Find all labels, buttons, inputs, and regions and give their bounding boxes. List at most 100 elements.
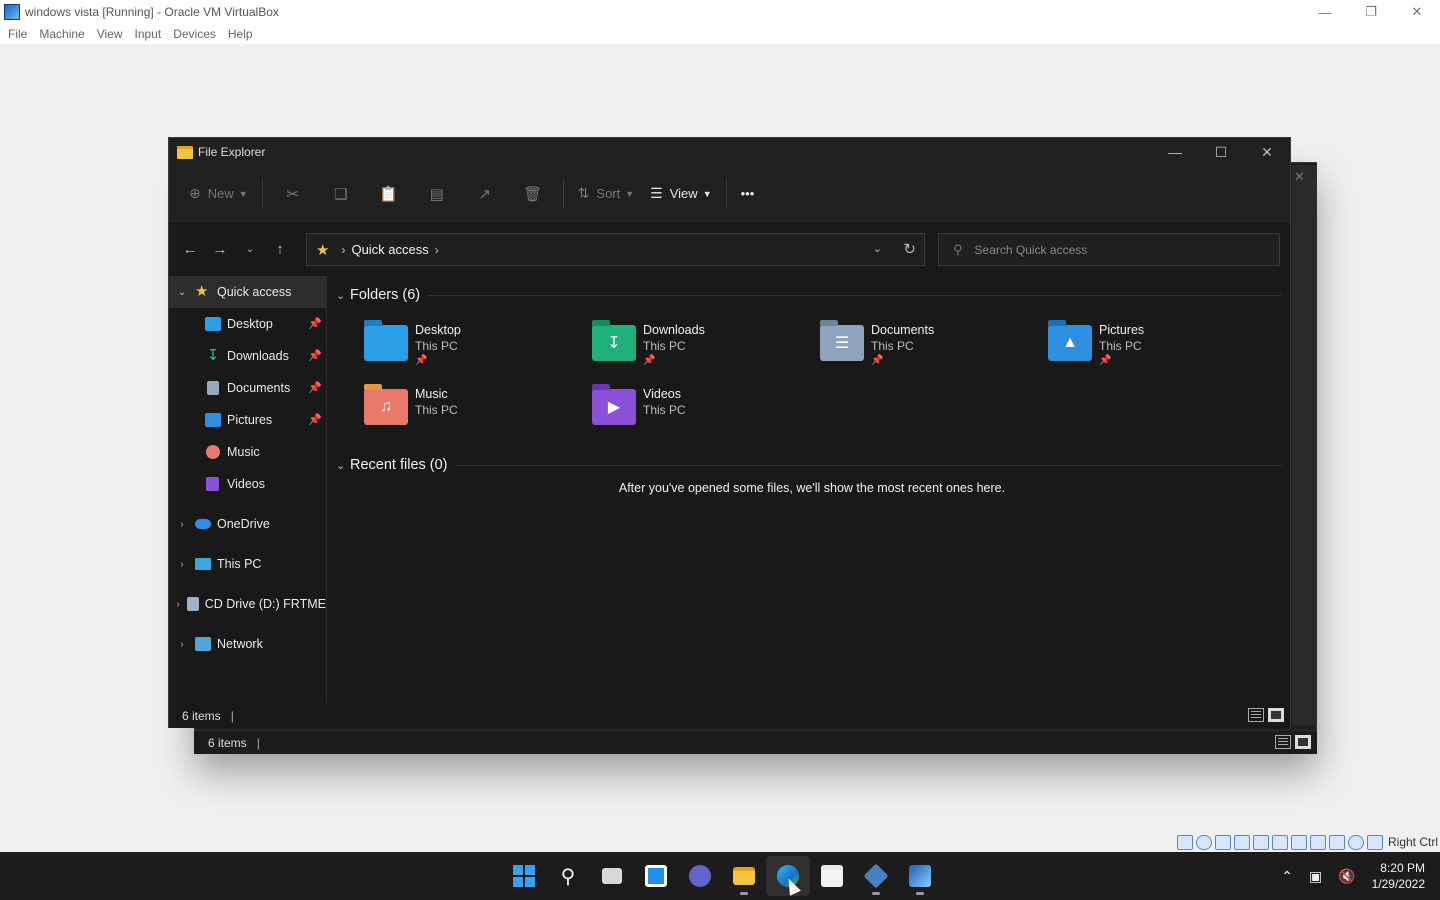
clock-date: 1/29/2022: [1371, 877, 1425, 891]
folders-group-header[interactable]: ⌄ Folders (6): [334, 281, 1290, 309]
folder-tile-documents[interactable]: ☰ Documents This PC 📌: [790, 320, 1018, 381]
ghost-window-edge: ✕: [1292, 165, 1317, 725]
search-taskbar-button[interactable]: ⚲: [546, 856, 590, 896]
nav-item-desktop[interactable]: Desktop 📌: [169, 308, 326, 340]
usb-indicator-icon[interactable]: [1252, 834, 1269, 850]
group-divider: [455, 464, 1282, 466]
shared-folders-indicator-icon[interactable]: [1271, 834, 1288, 850]
see-more-button[interactable]: •••: [733, 178, 763, 210]
search-icon: ⚲: [560, 865, 576, 888]
chevron-right-icon[interactable]: ›: [169, 599, 187, 610]
pin-icon: 📌: [415, 355, 428, 366]
recent-group-header[interactable]: ⌄ Recent files (0): [334, 451, 1290, 479]
chevron-down-icon[interactable]: ⌄: [336, 459, 350, 472]
copy-button[interactable]: ❏: [317, 178, 365, 210]
network-indicator-icon[interactable]: [1233, 834, 1250, 850]
folder-tile-videos[interactable]: ▶ Videos This PC: [562, 384, 790, 445]
task-view-button[interactable]: [590, 856, 634, 896]
up-button[interactable]: ↑: [265, 234, 295, 264]
rename-button[interactable]: ▤: [413, 178, 461, 210]
store-taskbar-button[interactable]: [810, 856, 854, 896]
vbox-menu-devices[interactable]: Devices: [169, 27, 224, 41]
folder-tile-pictures[interactable]: ▲ Pictures This PC 📌: [1018, 320, 1246, 381]
explorer-close-button[interactable]: ✕: [1244, 138, 1290, 166]
widgets-button[interactable]: [634, 856, 678, 896]
share-button[interactable]: ↗: [461, 178, 509, 210]
vtx-indicator-icon[interactable]: [1328, 834, 1345, 850]
vista-vm-taskbar-button[interactable]: [898, 856, 942, 896]
refresh-icon[interactable]: ↻: [903, 240, 916, 258]
chevron-up-icon[interactable]: ⌃: [1281, 868, 1293, 885]
mouse-integration-indicator-icon[interactable]: [1347, 834, 1364, 850]
search-box[interactable]: ⚲: [938, 233, 1280, 266]
folder-tile-desktop[interactable]: Desktop This PC 📌: [334, 320, 562, 381]
explorer-title: File Explorer: [198, 145, 266, 159]
details-view-icon[interactable]: [1275, 735, 1291, 749]
vbox-menu-machine[interactable]: Machine: [35, 27, 92, 41]
sort-button[interactable]: ⇅ Sort ▼: [570, 178, 643, 210]
nav-quick-access[interactable]: ⌄ ★ Quick access: [169, 276, 326, 308]
view-button[interactable]: ☰ View ▼: [642, 178, 719, 210]
volume-muted-icon[interactable]: 🔇: [1338, 868, 1355, 885]
vbox-menu-view[interactable]: View: [93, 27, 131, 41]
folder-tile-music[interactable]: ♫ Music This PC: [334, 384, 562, 445]
network-tray-icon[interactable]: ▣: [1309, 868, 1322, 885]
search-input[interactable]: [974, 242, 1255, 257]
back-button[interactable]: ←: [175, 234, 205, 264]
folder-tile-downloads[interactable]: ↧ Downloads This PC 📌: [562, 320, 790, 381]
nav-item-music[interactable]: Music: [169, 436, 326, 468]
cut-button[interactable]: ✂: [269, 178, 317, 210]
address-bar[interactable]: ★ › Quick access › ⌄ ↻: [306, 233, 925, 266]
nav-item-documents[interactable]: Documents 📌: [169, 372, 326, 404]
vbox-minimize-button[interactable]: —: [1302, 0, 1348, 24]
chevron-down-icon: ▼: [625, 188, 635, 199]
tiles-view-icon[interactable]: [1295, 735, 1311, 749]
optical-drive-indicator-icon[interactable]: [1195, 834, 1212, 850]
folder-location: This PC: [643, 339, 686, 353]
details-view-icon[interactable]: [1248, 708, 1264, 722]
vbox-restore-button[interactable]: ❐: [1348, 0, 1394, 24]
vbox-close-button[interactable]: ✕: [1394, 0, 1440, 24]
nav-item-cd-drive[interactable]: › CD Drive (D:) FRTME: [169, 588, 326, 620]
chevron-right-icon[interactable]: ›: [169, 639, 195, 650]
chevron-right-icon: ›: [341, 242, 346, 257]
nav-item-pictures[interactable]: Pictures 📌: [169, 404, 326, 436]
clock[interactable]: 8:20 PM 1/29/2022: [1372, 860, 1425, 892]
file-explorer-taskbar-button[interactable]: [722, 856, 766, 896]
breadcrumb-quick-access[interactable]: Quick access: [351, 242, 428, 257]
virtualbox-taskbar-button[interactable]: [854, 856, 898, 896]
downloads-icon: ↧: [206, 347, 220, 364]
chat-button[interactable]: [678, 856, 722, 896]
nav-item-this-pc[interactable]: › This PC: [169, 548, 326, 580]
tiles-view-icon[interactable]: [1268, 708, 1284, 722]
chevron-right-icon[interactable]: ›: [169, 519, 195, 530]
recent-locations-button[interactable]: ⌄: [235, 234, 265, 264]
chevron-right-icon[interactable]: ›: [169, 559, 195, 570]
paste-button[interactable]: 📋: [365, 178, 413, 210]
chevron-right-icon[interactable]: ›: [435, 243, 439, 257]
nav-item-videos[interactable]: Videos: [169, 468, 326, 500]
nav-item-downloads[interactable]: ↧ Downloads 📌: [169, 340, 326, 372]
address-history-dropdown[interactable]: ⌄: [873, 242, 882, 255]
explorer-maximize-button[interactable]: ☐: [1198, 138, 1244, 166]
chevron-down-icon[interactable]: ⌄: [169, 287, 195, 298]
plus-circle-icon: ⊕: [189, 185, 201, 201]
rename-icon: ▤: [429, 185, 444, 203]
hard-disk-indicator-icon[interactable]: [1176, 834, 1193, 850]
nav-item-onedrive[interactable]: › OneDrive: [169, 508, 326, 540]
explorer-minimize-button[interactable]: —: [1152, 138, 1198, 166]
vbox-menu-input[interactable]: Input: [131, 27, 170, 41]
start-button[interactable]: [502, 856, 546, 896]
forward-button[interactable]: →: [205, 234, 235, 264]
recording-indicator-icon[interactable]: [1309, 834, 1326, 850]
chevron-down-icon[interactable]: ⌄: [336, 289, 350, 302]
keyboard-indicator-icon[interactable]: [1366, 834, 1383, 850]
nav-item-network[interactable]: › Network: [169, 628, 326, 660]
vbox-menu-file[interactable]: File: [4, 27, 35, 41]
display-indicator-icon[interactable]: [1290, 834, 1307, 850]
new-button[interactable]: ⊕ New ▼: [181, 178, 256, 210]
delete-button[interactable]: 🗑: [509, 178, 557, 210]
vbox-menu-help[interactable]: Help: [224, 27, 261, 41]
audio-indicator-icon[interactable]: [1214, 834, 1231, 850]
toolbar-divider: [562, 178, 564, 209]
